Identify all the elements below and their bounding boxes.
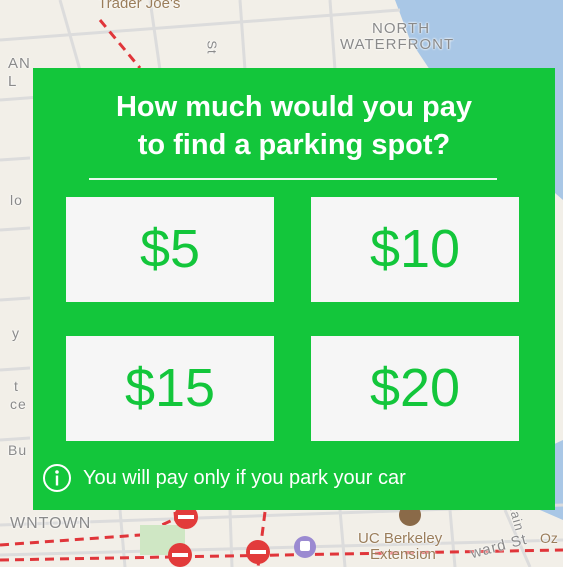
map-label-fragment-2: L <box>8 73 18 90</box>
parking-price-prompt-card: How much would you pay to find a parking… <box>33 68 555 510</box>
map-label-fragment-4: y <box>12 325 20 341</box>
prompt-title-line-1: How much would you pay <box>115 91 473 123</box>
info-icon <box>42 463 72 493</box>
info-text: You will pay only if you park your car <box>83 466 406 489</box>
price-option-5-button[interactable]: $5 <box>66 197 274 302</box>
map-label-fragment-1: AN <box>8 55 31 72</box>
map-label-waterfront: WATERFRONT <box>340 36 455 53</box>
map-label-uc-berkeley: UC Berkeley <box>358 530 443 547</box>
map-label-fragment-7: Bu <box>8 442 28 458</box>
prompt-title-line-2: to find a parking spot? <box>137 129 451 161</box>
map-label-north: NORTH <box>372 20 431 37</box>
map-label-street: St <box>204 40 220 55</box>
price-option-15-button[interactable]: $15 <box>66 336 274 441</box>
map-label-fragment-6: ce <box>10 396 27 412</box>
map-label-downtown: WNTOWN <box>10 515 92 532</box>
map-label-trader-joes: Trader Joe's <box>98 0 181 12</box>
transit-station-glyph <box>300 541 310 551</box>
price-option-10-button[interactable]: $10 <box>311 197 519 302</box>
map-label-fragment-3: lo <box>10 192 23 208</box>
info-note: You will pay only if you park your car <box>33 461 406 495</box>
map-label-fragment-5: t <box>14 378 19 394</box>
map-label-extension: Extension <box>370 546 436 563</box>
title-divider <box>89 178 497 180</box>
price-option-20-button[interactable]: $20 <box>311 336 519 441</box>
map-label-oz: Oz <box>540 530 558 546</box>
prompt-title: How much would you pay to find a parking… <box>33 88 555 164</box>
